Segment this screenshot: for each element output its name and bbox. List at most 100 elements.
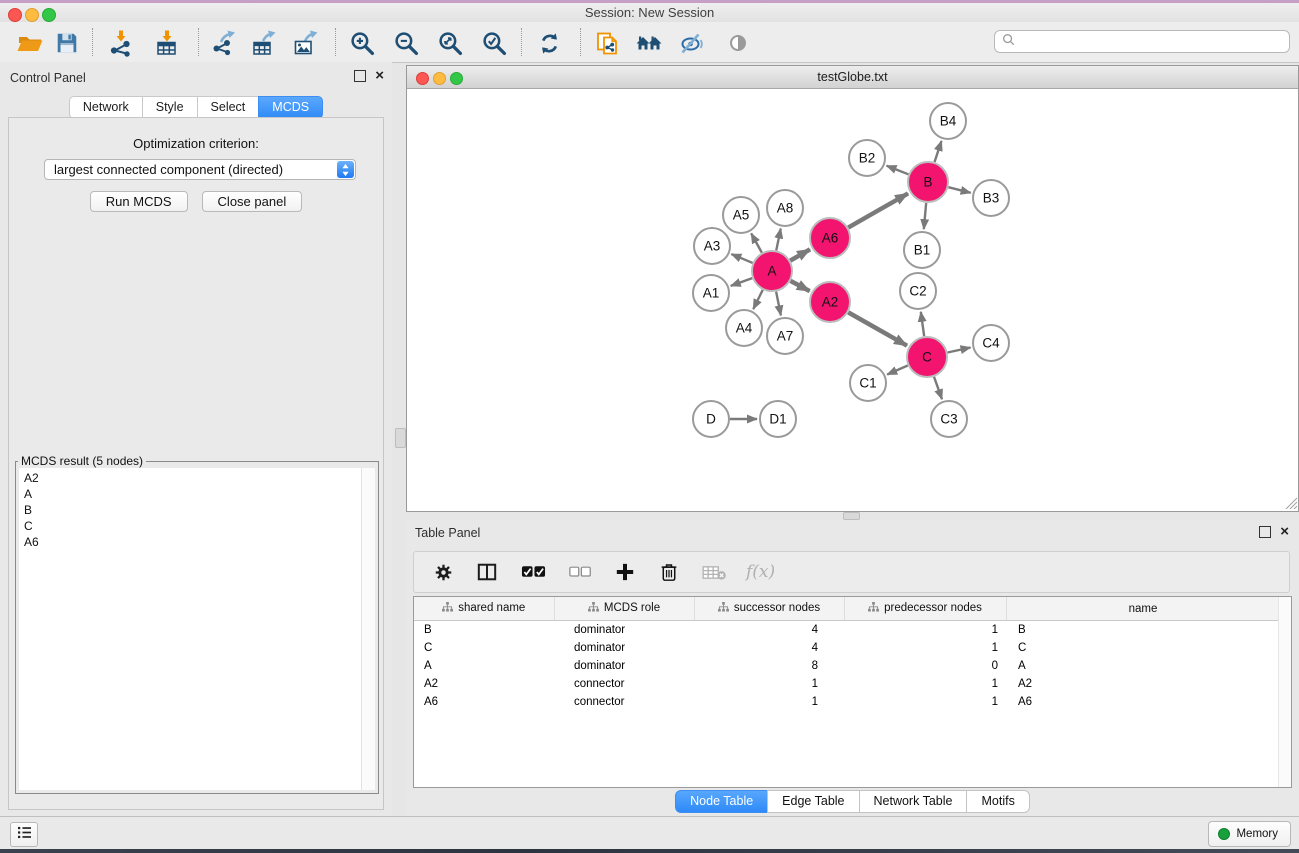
graph-node-A4[interactable]: A4 — [726, 310, 762, 346]
cell-predecessor_nodes[interactable]: 1 — [844, 675, 1006, 693]
mcds-result-item[interactable]: A2 — [24, 470, 370, 486]
cell-name[interactable]: A2 — [1006, 675, 1280, 693]
refresh-view-icon[interactable] — [533, 27, 565, 59]
graph-node-C4[interactable]: C4 — [973, 325, 1009, 361]
save-session-icon[interactable] — [51, 27, 83, 59]
graph-edge-A-A1[interactable] — [731, 278, 752, 286]
cell-shared_name[interactable]: A — [414, 657, 554, 675]
column-header-successor-nodes[interactable]: successor nodes — [694, 597, 844, 621]
graph-node-C3[interactable]: C3 — [931, 401, 967, 437]
cell-name[interactable]: A6 — [1006, 693, 1280, 711]
graph-node-C1[interactable]: C1 — [850, 365, 886, 401]
show-graphics-details-icon[interactable] — [722, 27, 754, 59]
graph-edge-A-A5[interactable] — [751, 233, 762, 252]
tab-style[interactable]: Style — [142, 96, 197, 119]
graph-edge-A-A8[interactable] — [776, 229, 781, 251]
settings-gear-icon[interactable] — [430, 559, 456, 585]
network-canvas[interactable]: AA1A2A3A4A5A6A7A8BB1B2B3B4CC1C2C3C4DD1 — [407, 89, 1298, 510]
graph-edge-B-B4[interactable] — [935, 141, 942, 162]
cell-mcds_role[interactable]: connector — [554, 675, 694, 693]
cell-mcds_role[interactable]: dominator — [554, 639, 694, 657]
home-view-icon[interactable] — [633, 27, 665, 59]
column-header-predecessor-nodes[interactable]: predecessor nodes — [844, 597, 1006, 621]
column-header-shared-name[interactable]: shared name — [414, 597, 554, 621]
show-column-icon[interactable] — [474, 559, 500, 585]
graph-edge-C-C3[interactable] — [934, 377, 942, 399]
window-resize-grip[interactable] — [1283, 495, 1297, 509]
cell-successor_nodes[interactable]: 1 — [694, 675, 844, 693]
column-header-mcds-role[interactable]: MCDS role — [554, 597, 694, 621]
cell-successor_nodes[interactable]: 4 — [694, 639, 844, 657]
cell-shared_name[interactable]: C — [414, 639, 554, 657]
mcds-result-item[interactable]: B — [24, 502, 370, 518]
table-row[interactable]: A6connector11A6 — [414, 693, 1280, 711]
cell-shared_name[interactable]: B — [414, 621, 554, 640]
cell-successor_nodes[interactable]: 4 — [694, 621, 844, 640]
mcds-result-scrollbar[interactable] — [361, 468, 375, 790]
graph-edge-A-A4[interactable] — [753, 290, 762, 309]
graph-node-C2[interactable]: C2 — [900, 273, 936, 309]
graph-edge-B-B1[interactable] — [924, 203, 926, 229]
close-panel-icon[interactable]: × — [375, 71, 384, 81]
graph-edge-A-A7[interactable] — [776, 292, 781, 316]
graph-edge-A-A3[interactable] — [731, 254, 752, 263]
tab-network-table[interactable]: Network Table — [859, 790, 967, 813]
zoom-fit-icon[interactable] — [434, 27, 466, 59]
tab-select[interactable]: Select — [197, 96, 259, 119]
tab-edge-table[interactable]: Edge Table — [767, 790, 858, 813]
zoom-selected-icon[interactable] — [478, 27, 510, 59]
search-input[interactable] — [1020, 34, 1289, 50]
tab-node-table[interactable]: Node Table — [675, 790, 767, 813]
cell-predecessor_nodes[interactable]: 1 — [844, 693, 1006, 711]
mcds-result-item[interactable]: A — [24, 486, 370, 502]
table-scrollbar[interactable] — [1278, 597, 1291, 787]
import-network-icon[interactable] — [105, 27, 137, 59]
zoom-in-icon[interactable] — [346, 27, 378, 59]
table-row[interactable]: Bdominator41B — [414, 621, 1280, 640]
graph-node-B2[interactable]: B2 — [849, 140, 885, 176]
optimization-criterion-select[interactable]: largest connected component (directed) — [44, 159, 356, 180]
close-panel-button[interactable]: Close panel — [202, 191, 303, 212]
graph-node-D1[interactable]: D1 — [760, 401, 796, 437]
add-column-icon[interactable] — [612, 559, 638, 585]
graph-node-D[interactable]: D — [693, 401, 729, 437]
graph-node-A8[interactable]: A8 — [767, 190, 803, 226]
graph-edge-C-C2[interactable] — [921, 312, 924, 336]
cell-predecessor_nodes[interactable]: 1 — [844, 621, 1006, 640]
tab-network[interactable]: Network — [69, 96, 142, 119]
graph-node-A6[interactable]: A6 — [810, 218, 850, 258]
cell-shared_name[interactable]: A6 — [414, 693, 554, 711]
table-row[interactable]: Cdominator41C — [414, 639, 1280, 657]
graph-node-B[interactable]: B — [908, 162, 948, 202]
graph-edge-B-B2[interactable] — [887, 166, 909, 175]
select-all-checkboxes-icon[interactable] — [518, 559, 548, 585]
cell-mcds_role[interactable]: connector — [554, 693, 694, 711]
graph-node-A1[interactable]: A1 — [693, 275, 729, 311]
export-network-icon[interactable] — [208, 27, 240, 59]
graph-node-B4[interactable]: B4 — [930, 103, 966, 139]
vertical-splitter-handle[interactable] — [395, 428, 406, 448]
memory-button[interactable]: Memory — [1208, 821, 1291, 847]
import-table-icon[interactable] — [151, 27, 183, 59]
graph-node-A2[interactable]: A2 — [810, 282, 850, 322]
graph-node-B3[interactable]: B3 — [973, 180, 1009, 216]
graph-edge-C-C4[interactable] — [948, 347, 971, 352]
graph-node-A5[interactable]: A5 — [723, 197, 759, 233]
graph-edge-A2-C[interactable] — [848, 312, 907, 345]
export-image-icon[interactable] — [290, 27, 322, 59]
cell-shared_name[interactable]: A2 — [414, 675, 554, 693]
table-row[interactable]: Adominator80A — [414, 657, 1280, 675]
float-panel-icon[interactable] — [354, 70, 366, 82]
tab-mcds[interactable]: MCDS — [258, 96, 323, 119]
column-header-name[interactable]: name — [1006, 597, 1280, 621]
mcds-result-item[interactable]: C — [24, 518, 370, 534]
graph-edge-B-B3[interactable] — [948, 187, 970, 193]
cell-mcds_role[interactable]: dominator — [554, 621, 694, 640]
graph-edge-A-A2[interactable] — [791, 281, 810, 291]
horizontal-splitter-handle[interactable] — [843, 512, 860, 520]
cell-predecessor_nodes[interactable]: 1 — [844, 639, 1006, 657]
cell-predecessor_nodes[interactable]: 0 — [844, 657, 1006, 675]
graph-node-A[interactable]: A — [752, 251, 792, 291]
task-history-button[interactable] — [10, 822, 38, 847]
network-window-titlebar[interactable]: testGlobe.txt — [407, 66, 1298, 89]
